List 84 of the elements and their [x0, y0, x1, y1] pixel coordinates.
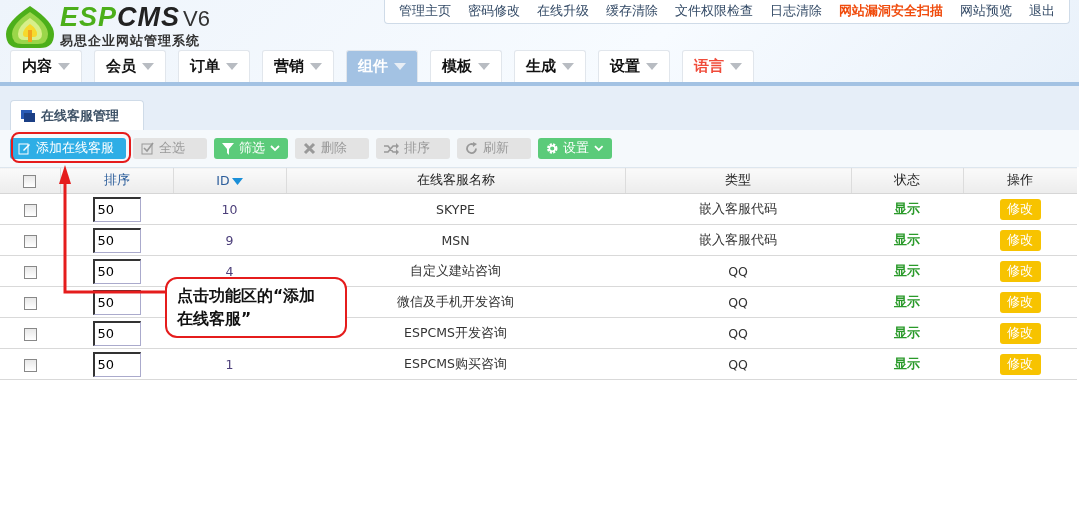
id-text: 1: [225, 356, 234, 372]
service-name: 自定义建站咨询: [410, 262, 501, 278]
order-input[interactable]: 50: [92, 351, 141, 377]
service-name: SKYPE: [436, 201, 475, 217]
caret-icon: [478, 63, 490, 70]
sort-down-icon: [231, 178, 243, 185]
chevron-icon: [594, 145, 604, 152]
shuffle-icon: [384, 142, 399, 155]
edit-icon: [18, 142, 31, 155]
caret-icon: [562, 63, 574, 70]
top-link[interactable]: 文件权限检查: [675, 3, 753, 20]
service-type: QQ: [728, 263, 748, 279]
chevron-icon: [270, 145, 280, 152]
checkbox-icon: [141, 142, 154, 155]
id-text: 9: [225, 232, 234, 248]
logo-text: CMS: [117, 3, 181, 31]
logo-subtitle: 易思企业网站管理系统: [60, 32, 201, 50]
service-type: 嵌入客服代码: [699, 200, 777, 216]
select-all-checkbox[interactable]: [23, 175, 37, 188]
column-header[interactable]: ID: [216, 173, 230, 188]
top-link[interactable]: 网站预览: [960, 3, 1012, 20]
order-input[interactable]: 50: [92, 227, 141, 253]
status-text: 显示: [894, 200, 920, 216]
top-link[interactable]: 退出: [1029, 3, 1055, 20]
service-name: 微信及手机开发咨询: [397, 293, 514, 309]
top-link[interactable]: 网站漏洞安全扫描: [839, 3, 943, 20]
service-name: ESPCMS购买咨询: [404, 355, 507, 371]
status-text: 显示: [894, 293, 920, 309]
cross-icon: [303, 142, 316, 155]
logo-text: ESP: [60, 3, 118, 31]
row-checkbox[interactable]: [23, 203, 37, 217]
service-name: ESPCMS开发咨询: [404, 324, 507, 340]
row-checkbox[interactable]: [23, 234, 37, 248]
row-checkbox[interactable]: [23, 358, 37, 372]
caret-icon: [730, 63, 742, 70]
caret-icon: [226, 63, 238, 70]
nav-tab[interactable]: 模板: [430, 50, 502, 82]
caret-icon: [142, 63, 154, 70]
column-header[interactable]: 操作: [1007, 172, 1034, 187]
nav-tab[interactable]: 语言: [682, 50, 754, 82]
caret-icon: [310, 63, 322, 70]
caret-icon: [58, 63, 70, 70]
panel-tab[interactable]: 在线客服管理: [10, 100, 144, 130]
logo-icon: [4, 3, 56, 50]
status-text: 显示: [894, 324, 920, 340]
nav-tab[interactable]: 设置: [598, 50, 670, 82]
nav-tab[interactable]: 订单: [178, 50, 250, 82]
row-checkbox[interactable]: [23, 265, 37, 279]
service-type: QQ: [728, 325, 748, 341]
service-type: 嵌入客服代码: [699, 231, 777, 247]
filter-icon: [222, 142, 234, 155]
top-link[interactable]: 缓存清除: [606, 3, 658, 20]
top-link[interactable]: 在线升级: [537, 3, 589, 20]
callout-text: 点击功能区的“添加在线客服”: [165, 277, 347, 338]
status-text: 显示: [894, 262, 920, 278]
caret-icon: [646, 63, 658, 70]
row-checkbox[interactable]: [23, 327, 37, 341]
id-text: 4: [225, 263, 234, 279]
nav-tab[interactable]: 内容: [10, 50, 82, 82]
id-text: 10: [221, 201, 238, 217]
column-header[interactable]: 排序: [103, 172, 130, 187]
column-header[interactable]: 在线客服名称: [416, 172, 495, 187]
nav-tab[interactable]: 生成: [514, 50, 586, 82]
top-link[interactable]: 管理主页: [399, 3, 451, 20]
refresh-icon: [465, 142, 478, 155]
nav-tab[interactable]: 会员: [94, 50, 166, 82]
column-header[interactable]: 类型: [725, 172, 751, 187]
column-header[interactable]: 状态: [894, 172, 920, 187]
service-type: QQ: [728, 356, 748, 372]
gear-icon: [546, 142, 559, 155]
top-link[interactable]: 日志清除: [770, 3, 822, 20]
status-text: 显示: [894, 355, 920, 371]
order-input[interactable]: 50: [92, 258, 141, 284]
nav-tab[interactable]: 营销: [262, 50, 334, 82]
order-input[interactable]: 50: [92, 196, 141, 222]
status-text: 显示: [894, 231, 920, 247]
caret-icon: [394, 63, 406, 70]
window-icon: [21, 109, 35, 122]
row-checkbox[interactable]: [23, 296, 37, 310]
service-name: MSN: [441, 232, 470, 248]
order-input[interactable]: 50: [92, 320, 141, 346]
top-link[interactable]: 密码修改: [468, 3, 520, 20]
service-type: QQ: [728, 294, 748, 310]
version-label: V6: [183, 6, 210, 32]
